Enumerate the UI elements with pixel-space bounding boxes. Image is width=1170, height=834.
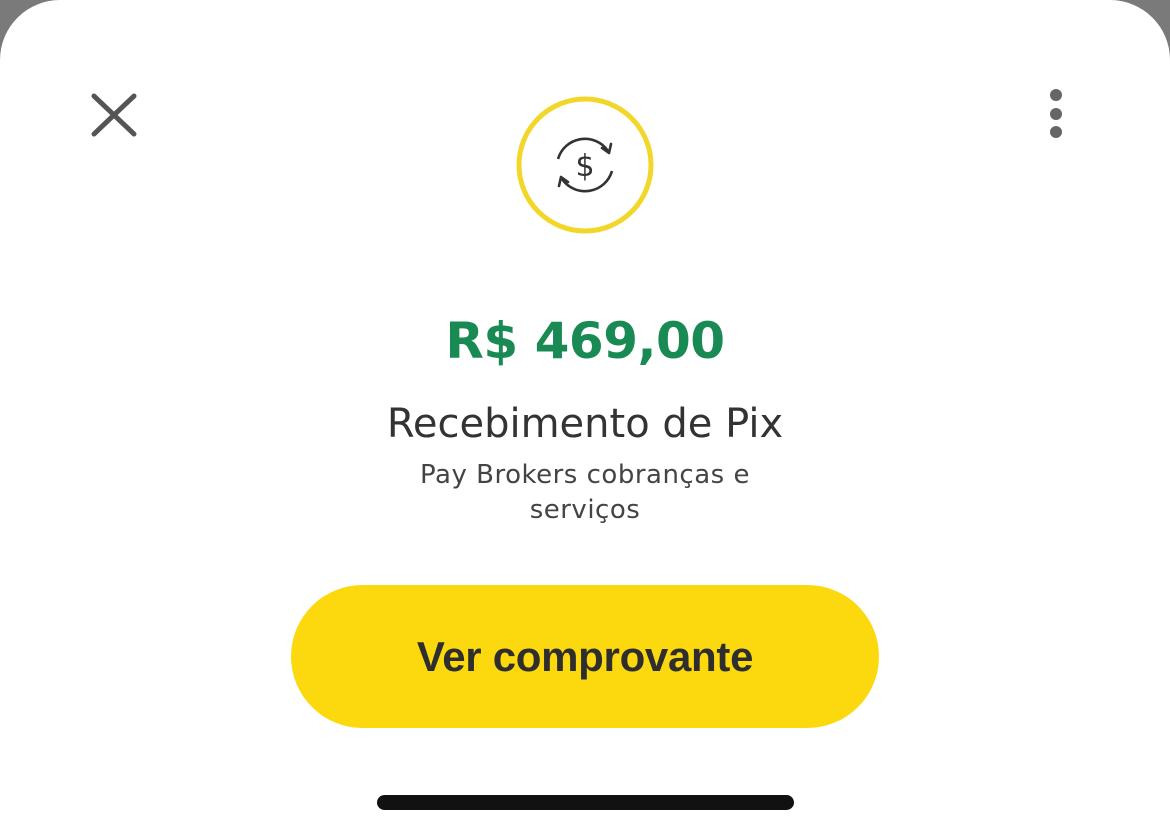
- transaction-detail-sheet: $ R$ 469,00 Recebimento de Pix Pay Broke…: [0, 0, 1170, 834]
- more-options-button[interactable]: [1036, 84, 1076, 144]
- close-icon: [91, 93, 137, 137]
- transaction-amount: R$ 469,00: [445, 312, 725, 370]
- view-receipt-button[interactable]: Ver comprovante: [291, 585, 879, 728]
- more-vertical-icon: [1050, 89, 1062, 138]
- svg-text:$: $: [575, 149, 594, 184]
- transaction-title: Recebimento de Pix: [386, 401, 784, 447]
- transaction-type-badge: $: [516, 96, 654, 234]
- counterparty-name: Pay Brokers cobranças e serviços: [420, 460, 750, 525]
- close-button[interactable]: [84, 84, 144, 144]
- currency-exchange-icon: $: [516, 96, 654, 234]
- home-indicator[interactable]: [377, 795, 794, 810]
- view-receipt-label: Ver comprovante: [416, 632, 754, 680]
